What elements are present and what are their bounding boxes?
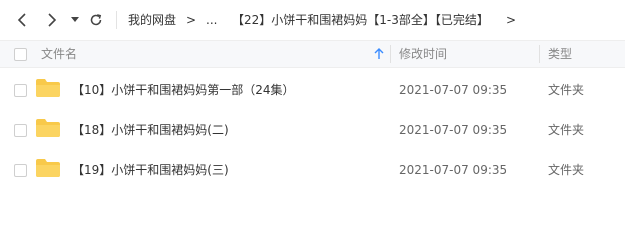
breadcrumb-current-folder[interactable]: 【22】小饼干和围裙妈妈【1-3部全】【已完结】 (232, 0, 489, 40)
breadcrumb-ellipsis[interactable]: ... (206, 0, 217, 40)
navigation-toolbar: 我的网盘 > ... 【22】小饼干和围裙妈妈【1-3部全】【已完结】 > (0, 0, 625, 40)
breadcrumb-end-separator: > (506, 13, 517, 27)
file-name[interactable]: 【10】小饼干和围裙妈妈第一部（24集） (72, 70, 295, 110)
breadcrumb-root[interactable]: 我的网盘 (128, 0, 176, 40)
column-header-type[interactable]: 类型 (548, 41, 572, 67)
refresh-icon (90, 14, 102, 26)
history-dropdown-button[interactable] (68, 0, 82, 40)
forward-button[interactable] (40, 0, 64, 40)
file-name[interactable]: 【19】小饼干和围裙妈妈(三) (72, 150, 229, 190)
table-row[interactable]: 【18】小饼干和围裙妈妈(二) 2021-07-07 09:35 文件夹 (0, 110, 625, 150)
file-modified-time: 2021-07-07 09:35 (399, 163, 508, 177)
file-modified-time: 2021-07-07 09:35 (399, 123, 508, 137)
toolbar-divider (116, 11, 117, 29)
table-row[interactable]: 【10】小饼干和围裙妈妈第一部（24集） 2021-07-07 09:35 文件… (0, 70, 625, 110)
row-checkbox[interactable] (14, 124, 27, 137)
folder-icon (36, 119, 60, 137)
chevron-right-icon (48, 13, 57, 27)
folder-icon (36, 159, 60, 177)
row-checkbox[interactable] (14, 164, 27, 177)
breadcrumb-separator: > (186, 13, 197, 27)
arrow-up-icon[interactable] (374, 48, 384, 60)
column-header-name[interactable]: 文件名 (41, 41, 77, 67)
row-checkbox[interactable] (14, 84, 27, 97)
file-list-header: 文件名 修改时间 类型 (0, 40, 625, 68)
select-all-checkbox[interactable] (14, 48, 27, 61)
file-name[interactable]: 【18】小饼干和围裙妈妈(二) (72, 110, 229, 150)
chevron-left-icon (17, 13, 26, 27)
back-button[interactable] (10, 0, 34, 40)
table-row[interactable]: 【19】小饼干和围裙妈妈(三) 2021-07-07 09:35 文件夹 (0, 150, 625, 190)
file-type: 文件夹 (548, 163, 585, 177)
column-divider[interactable] (539, 45, 540, 63)
folder-icon (36, 79, 60, 97)
file-modified-time: 2021-07-07 09:35 (399, 83, 508, 97)
refresh-button[interactable] (86, 0, 106, 40)
file-type: 文件夹 (548, 83, 585, 97)
caret-down-icon (71, 17, 79, 22)
column-header-modified[interactable]: 修改时间 (399, 41, 447, 67)
file-type: 文件夹 (548, 123, 585, 137)
column-divider[interactable] (390, 45, 391, 63)
